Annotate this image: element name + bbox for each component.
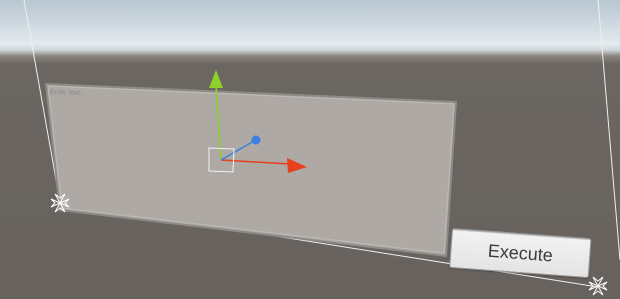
input-field-placeholder: Enter text... [49, 89, 86, 97]
scene-viewport[interactable]: Enter text... Execute [0, 0, 620, 299]
